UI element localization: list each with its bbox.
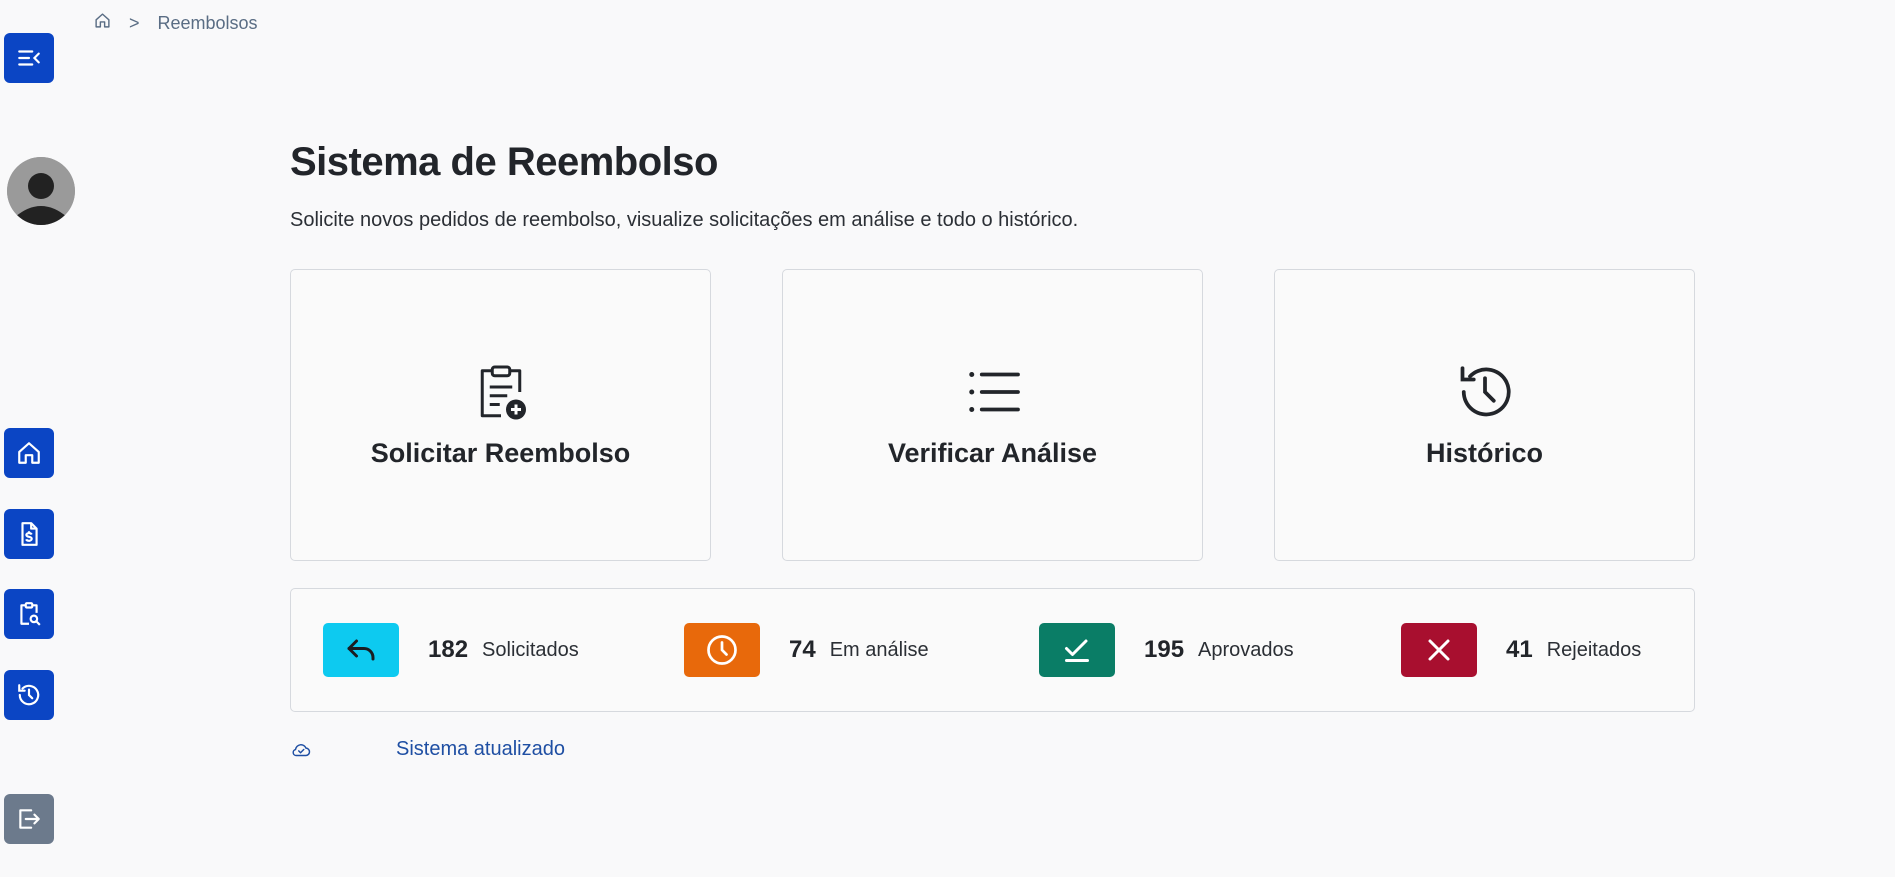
breadcrumb-current[interactable]: Reembolsos (158, 13, 258, 34)
clipboard-add-icon (480, 365, 526, 419)
stat-label: Aprovados (1198, 638, 1294, 661)
card-verificar-analise[interactable]: Verificar Análise (782, 269, 1203, 561)
stat-value: 74 (789, 636, 816, 663)
stat-icon-box (684, 623, 760, 677)
card-historico[interactable]: Histórico (1274, 269, 1695, 561)
stat-label: Rejeitados (1546, 638, 1642, 661)
stat-value: 195 (1144, 636, 1185, 663)
breadcrumb-home[interactable] (94, 12, 111, 34)
stat-icon-box (323, 623, 399, 677)
cloud-check-icon (292, 743, 311, 756)
breadcrumb-separator: > (129, 12, 140, 33)
sidebar-item-historico[interactable] (4, 670, 54, 720)
stat-icon-box (1401, 623, 1477, 677)
sidebar-item-analise[interactable] (4, 589, 54, 639)
list-icon (968, 371, 1020, 412)
breadcrumb: > Reembolsos (94, 12, 258, 34)
stat-em-analise[interactable]: 74 Em análise (684, 623, 929, 677)
reply-icon (347, 639, 375, 661)
avatar[interactable] (7, 157, 75, 225)
stat-aprovados[interactable]: 195 Aprovados (1039, 623, 1294, 677)
stat-value: 41 (1506, 636, 1533, 663)
status-text: Sistema atualizado (396, 738, 565, 760)
system-status: Sistema atualizado (290, 738, 565, 761)
action-cards: Solicitar Reembolso Verificar Análise Hi… (290, 269, 1695, 561)
stat-value: 182 (428, 636, 469, 663)
sidebar-item-reembolsos[interactable] (4, 509, 54, 559)
menu-collapse-icon (18, 50, 40, 66)
user-avatar-icon (7, 157, 75, 225)
invoice-dollar-icon (21, 522, 38, 546)
page-title: Sistema de Reembolso (290, 140, 718, 184)
check-icon (1065, 639, 1089, 662)
history-icon (18, 684, 40, 706)
home-icon (95, 13, 110, 28)
stats-panel: 182 Solicitados 74 Em análise 195 Aprova… (290, 588, 1695, 712)
card-solicitar-reembolso[interactable]: Solicitar Reembolso (290, 269, 711, 561)
stat-label: Em análise (829, 638, 929, 661)
x-icon (1428, 639, 1450, 661)
stat-rejeitados[interactable]: 41 Rejeitados (1401, 623, 1641, 677)
history-icon (1460, 365, 1511, 416)
home-icon (18, 442, 40, 464)
card-label: Verificar Análise (887, 437, 1098, 468)
stat-label: Solicitados (482, 638, 579, 661)
clipboard-search-icon (20, 602, 41, 626)
sidebar-item-home[interactable] (4, 428, 54, 478)
stat-solicitados[interactable]: 182 Solicitados (323, 623, 579, 677)
sidebar-toggle-button[interactable] (4, 33, 54, 83)
clock-icon (707, 635, 737, 665)
card-label: Histórico (1425, 437, 1544, 468)
main-content: Sistema de Reembolso Solicite novos pedi… (290, 140, 1695, 760)
card-label: Solicitar Reembolso (370, 437, 631, 468)
logout-icon (19, 809, 40, 829)
logout-button[interactable] (4, 794, 54, 844)
stat-icon-box (1039, 623, 1115, 677)
page-description: Solicite novos pedidos de reembolso, vis… (290, 209, 1079, 231)
